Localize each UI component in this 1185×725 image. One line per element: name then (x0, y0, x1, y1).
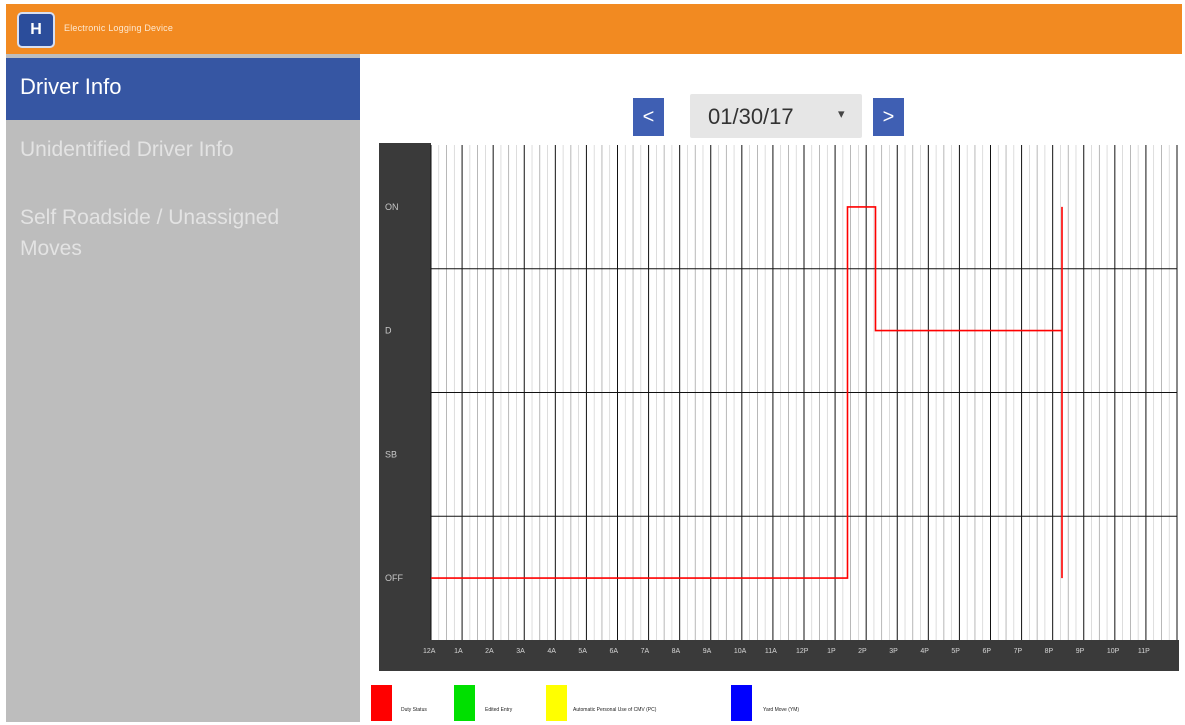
chevron-down-icon: ▾ (838, 106, 845, 121)
x-axis-tick-label: 1P (827, 648, 836, 655)
app-logo: H (17, 12, 55, 48)
y-axis-label: D (385, 326, 392, 336)
legend-label-duty-status: Duty Status (401, 707, 427, 713)
x-axis-tick-label: 2P (858, 648, 867, 655)
x-axis-tick-label: 3A (516, 648, 525, 655)
legend-swatch-personal-use (546, 685, 567, 721)
selected-date: 01/30/17 (708, 104, 794, 129)
legend-swatch-duty-status (371, 685, 392, 721)
x-axis-tick-label: 1A (454, 648, 463, 655)
x-axis-tick-label: 2A (485, 648, 494, 655)
legend-label-personal-use: Automatic Personal Use of CMV (PC) (573, 707, 657, 713)
x-axis-tick-label: 12P (796, 648, 809, 655)
sidebar: Driver Info Unidentified Driver Info Sel… (6, 54, 360, 722)
x-axis-tick-label: 5P (951, 648, 960, 655)
y-axis-label: SB (385, 449, 397, 459)
sidebar-item-unidentified-driver-info[interactable]: Unidentified Driver Info (6, 136, 360, 164)
sidebar-item-driver-info[interactable]: Driver Info (6, 58, 360, 120)
x-axis-tick-label: 9A (703, 648, 712, 655)
x-axis-tick-label: 7A (641, 648, 650, 655)
legend-swatch-yard-move (731, 685, 752, 721)
x-axis-tick-label: 12A (423, 648, 436, 655)
y-axis-label: ON (385, 202, 399, 212)
y-axis-label: OFF (385, 573, 403, 583)
app-title: Electronic Logging Device (64, 23, 174, 33)
x-axis-tick-label: 3P (889, 648, 898, 655)
x-axis-tick-label: 10A (734, 648, 747, 655)
x-axis-tick-label: 11P (1138, 648, 1150, 655)
x-axis-tick-label: 6A (610, 648, 619, 655)
x-axis-tick-label: 9P (1076, 648, 1085, 655)
x-axis-tick-label: 5A (578, 648, 587, 655)
chart-left-axis-band (379, 143, 431, 671)
x-axis-tick-label: 7P (1014, 648, 1023, 655)
x-axis-tick-label: 4A (547, 648, 556, 655)
date-selector[interactable]: 01/30/17 ▾ (690, 94, 862, 138)
sidebar-item-unassigned-moves[interactable]: Self Roadside / Unassigned Moves (6, 202, 326, 264)
x-axis-tick-label: 4P (920, 648, 929, 655)
x-axis-tick-label: 10P (1107, 648, 1120, 655)
duty-status-chart: OFF SB D ON 12A 1A 2A 3A 4A 5A 6A 7A 8A 9A 10A 11A 12P 1… (379, 143, 1179, 671)
legend-swatch-edited-entry (454, 685, 475, 721)
app-header: H Electronic Logging Device (6, 4, 1182, 54)
x-axis-tick-label: 6P (983, 648, 992, 655)
legend-label-edited-entry: Edited Entry (485, 707, 513, 713)
x-axis-tick-label: 11A (765, 648, 777, 655)
x-axis-tick-label: 8A (672, 648, 681, 655)
previous-day-button[interactable]: < (633, 98, 664, 136)
legend-label-yard-move: Yard Move (YM) (763, 707, 800, 713)
x-axis-tick-label: 8P (1045, 648, 1054, 655)
next-day-button[interactable]: > (873, 98, 904, 136)
chart-bottom-axis-band (379, 640, 1179, 671)
chart-legend: Duty Status Edited Entry Automatic Perso… (371, 685, 1171, 721)
